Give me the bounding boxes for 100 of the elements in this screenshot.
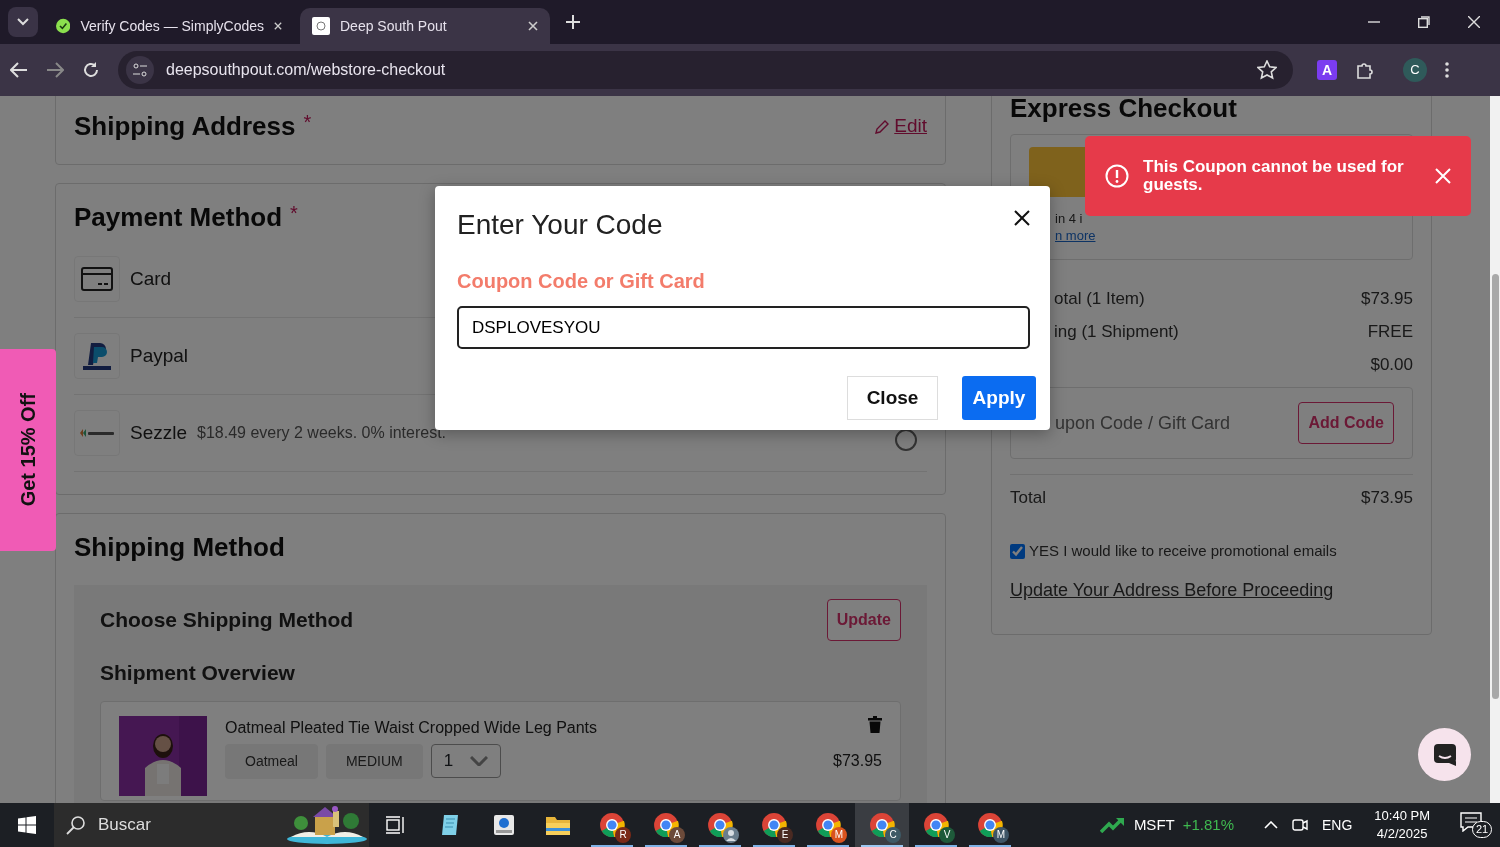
chrome-taskbar-button[interactable]: M: [801, 803, 855, 847]
tab-title: Verify Codes — SimplyCodes: [80, 16, 264, 36]
trend-up-icon: [1099, 817, 1126, 833]
new-tab-icon[interactable]: [566, 15, 580, 29]
stock-symbol: MSFT: [1133, 814, 1175, 835]
checkbox-label: YES I would like to receive promotional emails: [1029, 541, 1337, 561]
summary-value: $0.00: [1370, 353, 1413, 376]
chat-icon: [1432, 742, 1457, 767]
trash-icon[interactable]: [868, 715, 882, 733]
option-detail: $18.49 every 2 weeks. 0% interest.: [197, 423, 447, 443]
section-title: Payment Method: [74, 202, 283, 232]
credit-card-icon: [81, 267, 113, 291]
profile-badge: C: [885, 827, 901, 843]
subsection-title: Shipment Overview: [100, 660, 296, 686]
close-icon[interactable]: [1014, 210, 1030, 226]
camera-icon[interactable]: [1292, 816, 1308, 834]
scrollbar-thumb[interactable]: [1492, 274, 1499, 699]
close-button[interactable]: Close: [847, 376, 938, 420]
toast-message: This Coupon cannot be used for guests.: [1143, 158, 1405, 194]
section-title: Shipping Address: [74, 111, 296, 141]
quantity-select[interactable]: 1: [430, 744, 501, 778]
promo-checkbox[interactable]: [1010, 543, 1025, 559]
restore-icon[interactable]: [1418, 16, 1430, 28]
chrome-taskbar-button[interactable]: M: [963, 803, 1017, 847]
forward-icon: [46, 62, 64, 78]
sezzle-logo-icon: [78, 427, 116, 439]
chrome-icon: [977, 812, 1003, 838]
chrome-icon: [653, 812, 679, 838]
profile-badge: E: [777, 827, 793, 843]
taskbar-clock[interactable]: 10:40 PM 4/2/2025: [1374, 807, 1430, 843]
summary-value: $73.95: [1361, 287, 1413, 310]
coupon-code-field[interactable]: DSPLOVESYOU: [457, 306, 1030, 349]
profile-badge: A: [669, 827, 685, 843]
required-mark: *: [303, 111, 312, 133]
chrome-taskbar-button[interactable]: A: [639, 803, 693, 847]
chrome-taskbar-button[interactable]: R: [585, 803, 639, 847]
more-icon[interactable]: [1445, 62, 1449, 78]
coupon-label: upon Code / Gift Card: [1055, 411, 1231, 435]
chrome-icon: [869, 812, 895, 838]
site-favicon-icon: [312, 17, 330, 35]
dialog-title: Enter Your Code: [457, 208, 663, 242]
task-view-icon: [386, 816, 406, 834]
product-name[interactable]: Oatmeal Pleated Tie Waist Cropped Wide Leg Pants: [225, 715, 598, 740]
chevron-up-icon[interactable]: [1264, 821, 1278, 829]
profile-badge: M: [831, 827, 847, 843]
avatar-icon: [723, 827, 739, 843]
chrome-taskbar-button[interactable]: C: [855, 803, 909, 847]
option-label: Sezzle: [130, 420, 188, 445]
browser-tab[interactable]: Deep South Pout: [300, 8, 550, 44]
app-icon: [492, 813, 516, 837]
profile-badge: V: [939, 827, 955, 843]
section-title: Shipping Method: [74, 531, 286, 564]
stock-change: +1.81%: [1182, 814, 1234, 835]
subsection-title: Choose Shipping Method: [100, 607, 354, 634]
alert-icon: [1105, 164, 1129, 188]
update-address-link[interactable]: Update Your Address Before Proceeding: [1010, 576, 1334, 604]
chrome-taskbar-button[interactable]: V: [909, 803, 963, 847]
tab-title: Deep South Pout: [340, 16, 448, 36]
chrome-icon: [923, 812, 949, 838]
variant-chip: Oatmeal: [225, 743, 318, 779]
sliders-icon: [133, 63, 147, 77]
chat-button[interactable]: [1418, 728, 1471, 781]
option-label: Paypal: [130, 343, 189, 368]
taskbar-search[interactable]: Buscar: [54, 803, 369, 847]
summary-label: otal (1 Item): [1054, 287, 1145, 310]
extension-button[interactable]: A: [1317, 60, 1337, 80]
profile-button[interactable]: C: [1403, 58, 1427, 82]
profile-badge: M: [993, 827, 1009, 843]
star-icon[interactable]: [1257, 60, 1277, 80]
total-label: Total: [1010, 486, 1046, 509]
stock-widget[interactable]: MSFT +1.81%: [1099, 813, 1234, 837]
paypal-logo-icon: [81, 341, 113, 371]
summary-label: ing (1 Shipment): [1054, 320, 1179, 343]
discount-tab[interactable]: Get 15% Off: [0, 349, 56, 551]
browser-tab[interactable]: Verify Codes — SimplyCodes: [44, 8, 294, 44]
apply-button[interactable]: Apply: [962, 376, 1036, 420]
chrome-icon: [815, 812, 841, 838]
reload-icon[interactable]: [82, 61, 100, 79]
total-value: $73.95: [1361, 486, 1413, 509]
back-icon[interactable]: [10, 62, 28, 78]
site-settings-button[interactable]: [126, 56, 154, 84]
summary-value: FREE: [1367, 320, 1413, 343]
variant-chip: MEDIUM: [325, 743, 423, 779]
section-title: Express Checkout: [1010, 96, 1238, 125]
notification-button[interactable]: 21: [1460, 810, 1490, 840]
chrome-icon: [599, 812, 625, 838]
url-text[interactable]: deepsouthpout.com/webstore-checkout: [166, 58, 446, 82]
puzzle-icon[interactable]: [1355, 60, 1375, 80]
notification-count: 21: [1472, 821, 1493, 838]
chevron-down-icon: [469, 756, 488, 766]
tab-list-button[interactable]: [8, 7, 38, 37]
language-indicator[interactable]: ENG: [1322, 814, 1353, 836]
installments-text: in 4 i: [1055, 211, 1084, 228]
option-label: Card: [130, 266, 172, 291]
folder-icon: [545, 814, 571, 836]
chrome-taskbar-button[interactable]: E: [747, 803, 801, 847]
required-mark: *: [290, 202, 298, 224]
check-badge-icon: [56, 17, 71, 35]
product-price: $73.95: [833, 751, 882, 771]
field-label: Coupon Code or Gift Card: [457, 269, 706, 294]
